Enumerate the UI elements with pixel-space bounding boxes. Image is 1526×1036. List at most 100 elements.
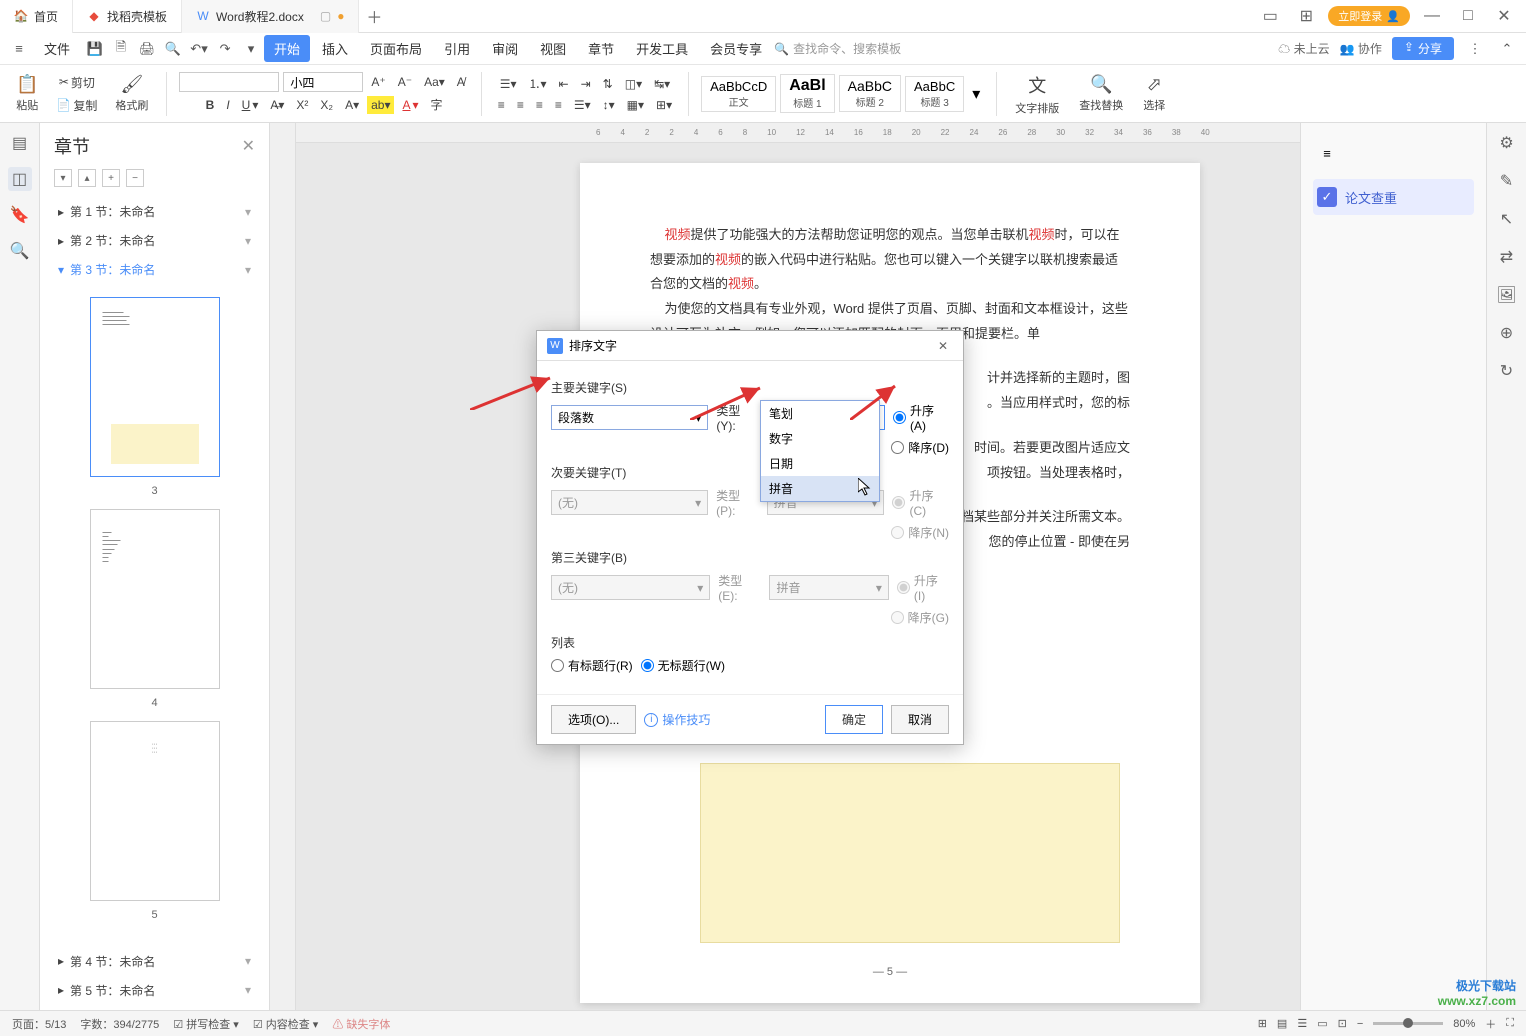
- align-center-button[interactable]: ≡: [513, 96, 528, 114]
- thesis-check-button[interactable]: ✓ 论文查重: [1313, 179, 1474, 215]
- no-header-row-radio[interactable]: 无标题行(W): [641, 657, 725, 674]
- collab-button[interactable]: 👥 协作: [1340, 40, 1382, 57]
- panel-close-icon[interactable]: ✕: [242, 136, 255, 156]
- fullscreen-icon[interactable]: ⛶: [1506, 1017, 1514, 1030]
- cut-button[interactable]: ✂ 剪切: [55, 72, 99, 93]
- copy-button[interactable]: 📄 复制: [52, 95, 101, 116]
- section-item-2[interactable]: ▸ 第 2 节：未命名▾: [40, 226, 269, 255]
- add-section-icon[interactable]: +: [102, 169, 120, 187]
- rp-menu-toggle[interactable]: ≡: [1313, 135, 1474, 171]
- increase-font-icon[interactable]: A⁺: [367, 73, 389, 91]
- tab-document[interactable]: W Word教程2.docx ▢ ●: [182, 0, 359, 33]
- layout-icon[interactable]: ▭: [1256, 2, 1284, 30]
- command-search[interactable]: 🔍 查找命令、搜索模板: [774, 40, 901, 57]
- section-item-5[interactable]: ▸ 第 5 节：未命名▾: [40, 976, 269, 1005]
- view-mode-web-icon[interactable]: ⊞: [1258, 1017, 1267, 1030]
- zoom-out-button[interactable]: −: [1357, 1018, 1363, 1030]
- missing-font[interactable]: ⚠ 缺失字体: [332, 1016, 390, 1032]
- page-thumb-3[interactable]: ▬▬▬▬▬▬▬▬▬▬▬▬▬▬▬▬▬▬▬▬▬▬▬▬▬▬▬▬▬▬▬▬▬: [90, 297, 220, 477]
- style-heading3[interactable]: AaBbC 标题 3: [905, 76, 964, 112]
- style-normal[interactable]: AaBbCcD 正文: [701, 76, 776, 112]
- undo-icon[interactable]: ↶▾: [188, 38, 210, 60]
- asc1-radio[interactable]: 升序(A): [893, 402, 949, 433]
- font-name-select[interactable]: [179, 72, 279, 92]
- location-icon[interactable]: ⊕: [1495, 321, 1519, 345]
- menu-review[interactable]: 审阅: [482, 35, 528, 62]
- clear-format-icon[interactable]: A̸: [453, 73, 469, 91]
- grid-icon[interactable]: ⊞: [1292, 2, 1320, 30]
- save-as-icon[interactable]: 🗎: [110, 38, 132, 60]
- horizontal-ruler[interactable]: 642246810121416182022242628303234363840: [296, 123, 1300, 143]
- zoom-fit-icon[interactable]: ⊡: [1338, 1017, 1347, 1030]
- styles-gallery[interactable]: AaBbCcD 正文 AaBl 标题 1 AaBbC 标题 2 AaBbC 标题…: [701, 74, 984, 113]
- bullets-button[interactable]: ☰▾: [496, 75, 521, 93]
- outline-icon[interactable]: ▤: [8, 131, 32, 155]
- view-mode-read-icon[interactable]: ▭: [1317, 1017, 1327, 1030]
- bold-button[interactable]: B: [202, 96, 219, 114]
- tab-template[interactable]: ◆ 找稻壳模板: [73, 0, 182, 33]
- page-thumb-5[interactable]: ▪ ▪ ▪▪ ▪ ▪▪ ▪ ▪: [90, 721, 220, 901]
- secondary-key-select[interactable]: (无)▾: [551, 490, 708, 515]
- print-preview-icon[interactable]: 🔍: [162, 38, 184, 60]
- word-count[interactable]: 字数：394/2775: [80, 1016, 159, 1032]
- share-icon[interactable]: ⇄: [1495, 245, 1519, 269]
- dd-option-2[interactable]: 日期: [761, 451, 879, 476]
- redo-icon[interactable]: ↷: [214, 38, 236, 60]
- expand-all-icon[interactable]: ▴: [78, 169, 96, 187]
- font-size-select[interactable]: [283, 72, 363, 92]
- text-effect-button[interactable]: A▾: [341, 96, 363, 114]
- menu-layout[interactable]: 页面布局: [360, 35, 432, 62]
- dropdown-icon[interactable]: ▾: [240, 38, 262, 60]
- ok-button[interactable]: 确定: [825, 705, 883, 734]
- decrease-indent-button[interactable]: ⇤: [555, 75, 573, 93]
- line-spacing-button[interactable]: ↕▾: [599, 96, 619, 114]
- primary-key-select[interactable]: 段落数▾: [551, 405, 708, 430]
- decrease-font-icon[interactable]: A⁻: [394, 73, 416, 91]
- menu-reference[interactable]: 引用: [434, 35, 480, 62]
- menu-start[interactable]: 开始: [264, 35, 310, 62]
- menu-member[interactable]: 会员专享: [700, 35, 772, 62]
- italic-button[interactable]: I: [222, 96, 233, 114]
- tips-link[interactable]: i 操作技巧: [644, 711, 710, 728]
- section-item-1[interactable]: ▸ 第 1 节：未命名▾: [40, 197, 269, 226]
- header-row-radio[interactable]: 有标题行(R): [551, 657, 633, 674]
- file-menu[interactable]: 文件: [34, 35, 80, 62]
- tab-button[interactable]: ↹▾: [650, 75, 674, 93]
- strikethrough-button[interactable]: A̶▾: [266, 96, 288, 114]
- format-painter-button[interactable]: 🖌 格式刷: [109, 72, 154, 115]
- shading-button[interactable]: ▦▾: [623, 96, 648, 114]
- options-button[interactable]: 选项(O)...: [551, 705, 636, 734]
- superscript-button[interactable]: X²: [292, 96, 312, 114]
- zoom-level[interactable]: 80%: [1453, 1018, 1475, 1030]
- menu-devtools[interactable]: 开发工具: [626, 35, 698, 62]
- page-thumb-4[interactable]: ▬▬▬▬▬▬▬▬▬▬▬▬▬▬▬▬▬▬▬▬▬▬▬▬▬▬▬: [90, 509, 220, 689]
- desc1-radio[interactable]: 降序(D): [891, 439, 949, 456]
- styles-more-icon[interactable]: ▾: [968, 80, 984, 108]
- pointer-icon[interactable]: ↖: [1495, 207, 1519, 231]
- tab-menu-icon[interactable]: ▢: [320, 9, 331, 23]
- more-icon[interactable]: ⋮: [1464, 38, 1486, 60]
- menu-chapter[interactable]: 章节: [578, 35, 624, 62]
- dd-option-0[interactable]: 笔划: [761, 401, 879, 426]
- view-mode-outline-icon[interactable]: ☰: [1297, 1017, 1307, 1030]
- history-icon[interactable]: ↻: [1495, 359, 1519, 383]
- navigation-icon[interactable]: ◫: [8, 167, 32, 191]
- share-button[interactable]: ⇪ 分享: [1392, 37, 1454, 60]
- spell-check[interactable]: ☑ 拼写检查 ▾: [173, 1016, 239, 1032]
- tab-home[interactable]: 🏠 首页: [0, 0, 73, 33]
- cloud-status[interactable]: ☁ 未上云: [1278, 40, 1329, 57]
- login-button[interactable]: 立即登录 👤: [1328, 6, 1410, 26]
- dd-option-1[interactable]: 数字: [761, 426, 879, 451]
- sort-button[interactable]: ⇅: [599, 75, 617, 93]
- tab-add-button[interactable]: ＋: [359, 4, 389, 28]
- page-status[interactable]: 页面：5/13: [12, 1016, 66, 1032]
- bookmark-icon[interactable]: 🔖: [8, 203, 32, 227]
- settings-icon[interactable]: ⚙: [1495, 131, 1519, 155]
- search-panel-icon[interactable]: 🔍: [8, 239, 32, 263]
- menu-insert[interactable]: 插入: [312, 35, 358, 62]
- find-replace-button[interactable]: 🔍 查找替换: [1073, 72, 1129, 115]
- dialog-close-button[interactable]: ✕: [933, 339, 953, 353]
- vertical-ruler[interactable]: [270, 123, 296, 1010]
- maximize-button[interactable]: □: [1454, 2, 1482, 30]
- phonetic-button[interactable]: 字: [427, 94, 447, 115]
